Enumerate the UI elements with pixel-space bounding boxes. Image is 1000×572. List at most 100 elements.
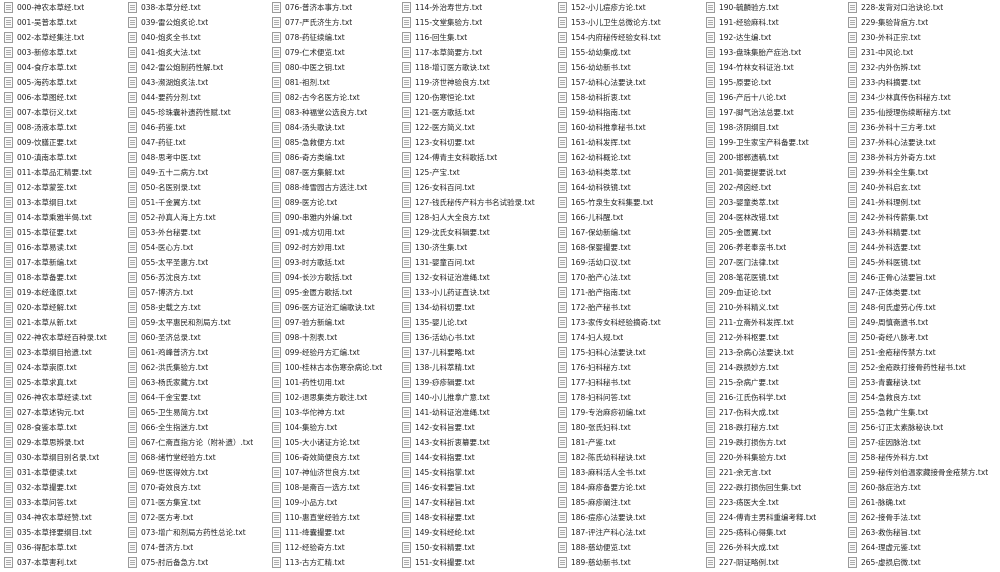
file-item[interactable]: 171-胎产指南.txt — [558, 285, 706, 300]
file-item[interactable]: 013-本草纲目.txt — [4, 195, 128, 210]
file-item[interactable]: 195-原要论.txt — [706, 75, 848, 90]
file-item[interactable]: 081-祖剂.txt — [272, 75, 402, 90]
file-item[interactable]: 051-千金翼方.txt — [128, 195, 272, 210]
file-item[interactable]: 119-济世神验良方.txt — [402, 75, 558, 90]
file-item[interactable]: 248-何氏虚劳心传.txt — [848, 300, 994, 315]
file-item[interactable]: 162-幼科概论.txt — [558, 150, 706, 165]
file-item[interactable]: 078-药征续编.txt — [272, 30, 402, 45]
file-item[interactable]: 053-外台秘要.txt — [128, 225, 272, 240]
file-item[interactable]: 004-食疗本草.txt — [4, 60, 128, 75]
file-item[interactable]: 007-本草衍义.txt — [4, 105, 128, 120]
file-item[interactable]: 199-卫生家宝产科备要.txt — [706, 135, 848, 150]
file-item[interactable]: 219-跌打损伤方.txt — [706, 435, 848, 450]
file-item[interactable]: 252-金疮跌打接骨药性秘书.txt — [848, 360, 994, 375]
file-item[interactable]: 166-儿科醒.txt — [558, 210, 706, 225]
file-item[interactable]: 141-幼科证治准绳.txt — [402, 405, 558, 420]
file-item[interactable]: 147-女科秘旨.txt — [402, 495, 558, 510]
file-item[interactable]: 060-圣济总录.txt — [128, 330, 272, 345]
file-item[interactable]: 185-麻疹阐注.txt — [558, 495, 706, 510]
file-item[interactable]: 192-达生编.txt — [706, 30, 848, 45]
file-item[interactable]: 189-慈幼新书.txt — [558, 555, 706, 570]
file-item[interactable]: 156-幼幼新书.txt — [558, 60, 706, 75]
file-item[interactable]: 196-产后十八论.txt — [706, 90, 848, 105]
file-item[interactable]: 005-海药本草.txt — [4, 75, 128, 90]
file-item[interactable]: 011-本草品汇精要.txt — [4, 165, 128, 180]
file-item[interactable]: 206-养老奉亲书.txt — [706, 240, 848, 255]
file-item[interactable]: 149-女科经纶.txt — [402, 525, 558, 540]
file-item[interactable]: 008-汤液本草.txt — [4, 120, 128, 135]
file-item[interactable]: 191-经验麻科.txt — [706, 15, 848, 30]
file-item[interactable]: 018-本草备要.txt — [4, 270, 128, 285]
file-item[interactable]: 024-本草崇原.txt — [4, 360, 128, 375]
file-item[interactable]: 062-洪氏集验方.txt — [128, 360, 272, 375]
file-item[interactable]: 222-跌打损伤回生集.txt — [706, 480, 848, 495]
file-item[interactable]: 095-金匮方歌括.txt — [272, 285, 402, 300]
file-item[interactable]: 135-婴儿论.txt — [402, 315, 558, 330]
file-item[interactable]: 009-饮膳正要.txt — [4, 135, 128, 150]
file-item[interactable]: 096-医方证治汇编歌诀.txt — [272, 300, 402, 315]
file-item[interactable]: 145-女科指掌.txt — [402, 465, 558, 480]
file-item[interactable]: 089-医方论.txt — [272, 195, 402, 210]
file-item[interactable]: 148-女科秘要.txt — [402, 510, 558, 525]
file-item[interactable]: 125-产宝.txt — [402, 165, 558, 180]
file-item[interactable]: 138-儿科萃精.txt — [402, 360, 558, 375]
file-item[interactable]: 225-疡科心得集.txt — [706, 525, 848, 540]
file-item[interactable]: 093-时方歌括.txt — [272, 255, 402, 270]
file-item[interactable]: 044-要药分剂.txt — [128, 90, 272, 105]
file-item[interactable]: 120-伤寒恒论.txt — [402, 90, 558, 105]
file-item[interactable]: 132-女科证治准绳.txt — [402, 270, 558, 285]
file-item[interactable]: 226-外科大成.txt — [706, 540, 848, 555]
file-item[interactable]: 109-小品方.txt — [272, 495, 402, 510]
file-item[interactable]: 229-集验背疽方.txt — [848, 15, 994, 30]
file-item[interactable]: 090-串雅内外编.txt — [272, 210, 402, 225]
file-item[interactable]: 032-本草撮要.txt — [4, 480, 128, 495]
file-item[interactable]: 262-接骨手法.txt — [848, 510, 994, 525]
file-item[interactable]: 174-妇人规.txt — [558, 330, 706, 345]
file-item[interactable]: 054-医心方.txt — [128, 240, 272, 255]
file-item[interactable]: 087-医方集解.txt — [272, 165, 402, 180]
file-item[interactable]: 067-仁斋直指方论（附补遗）.txt — [128, 435, 272, 450]
file-item[interactable]: 106-奇效简便良方.txt — [272, 450, 402, 465]
file-item[interactable]: 021-本草从新.txt — [4, 315, 128, 330]
file-item[interactable]: 070-奇效良方.txt — [128, 480, 272, 495]
file-item[interactable]: 003-新修本草.txt — [4, 45, 128, 60]
file-item[interactable]: 068-绪竹堂经验方.txt — [128, 450, 272, 465]
file-item[interactable]: 208-笔花医镜.txt — [706, 270, 848, 285]
file-item[interactable]: 103-华佗神方.txt — [272, 405, 402, 420]
file-item[interactable]: 064-千金宝要.txt — [128, 390, 272, 405]
file-item[interactable]: 178-妇科问答.txt — [558, 390, 706, 405]
file-item[interactable]: 052-孙真人海上方.txt — [128, 210, 272, 225]
file-item[interactable]: 100-桂林古本伤寒杂病论.txt — [272, 360, 402, 375]
file-item[interactable]: 035-本草择要纲目.txt — [4, 525, 128, 540]
file-item[interactable]: 182-陈氏幼科秘诀.txt — [558, 450, 706, 465]
file-item[interactable]: 092-时方妙用.txt — [272, 240, 402, 255]
file-item[interactable]: 031-本草便读.txt — [4, 465, 128, 480]
file-item[interactable]: 082-古今名医方论.txt — [272, 90, 402, 105]
file-item[interactable]: 027-本草述钩元.txt — [4, 405, 128, 420]
file-item[interactable]: 010-滇南本草.txt — [4, 150, 128, 165]
file-item[interactable]: 239-外科全生集.txt — [848, 165, 994, 180]
file-item[interactable]: 245-外科医镜.txt — [848, 255, 994, 270]
file-item[interactable]: 084-汤头歌诀.txt — [272, 120, 402, 135]
file-item[interactable]: 113-古方汇精.txt — [272, 555, 402, 570]
file-item[interactable]: 091-成方切用.txt — [272, 225, 402, 240]
file-item[interactable]: 173-家传女科经验摘奇.txt — [558, 315, 706, 330]
file-item[interactable]: 094-长沙方歌括.txt — [272, 270, 402, 285]
file-item[interactable]: 014-本草乘雅半偈.txt — [4, 210, 128, 225]
file-item[interactable]: 228-发背对口治诀论.txt — [848, 0, 994, 15]
file-item[interactable]: 250-奇经八脉考.txt — [848, 330, 994, 345]
file-item[interactable]: 214-跌损妙方.txt — [706, 360, 848, 375]
file-item[interactable]: 247-正体类要.txt — [848, 285, 994, 300]
file-item[interactable]: 046-药鉴.txt — [128, 120, 272, 135]
file-item[interactable]: 061-鸡峰普济方.txt — [128, 345, 272, 360]
file-item[interactable]: 165-竹泉生女科集要.txt — [558, 195, 706, 210]
file-item[interactable]: 030-本草纲目别名录.txt — [4, 450, 128, 465]
file-item[interactable]: 260-脉症治方.txt — [848, 480, 994, 495]
file-item[interactable]: 155-幼幼集成.txt — [558, 45, 706, 60]
file-item[interactable]: 234-少林真传伤科秘方.txt — [848, 90, 994, 105]
file-item[interactable]: 019-本经逢原.txt — [4, 285, 128, 300]
file-item[interactable]: 097-验方新编.txt — [272, 315, 402, 330]
file-item[interactable]: 152-小儿痘疹方论.txt — [558, 0, 706, 15]
file-item[interactable]: 102-退思集类方歌注.txt — [272, 390, 402, 405]
file-item[interactable]: 169-活幼口议.txt — [558, 255, 706, 270]
